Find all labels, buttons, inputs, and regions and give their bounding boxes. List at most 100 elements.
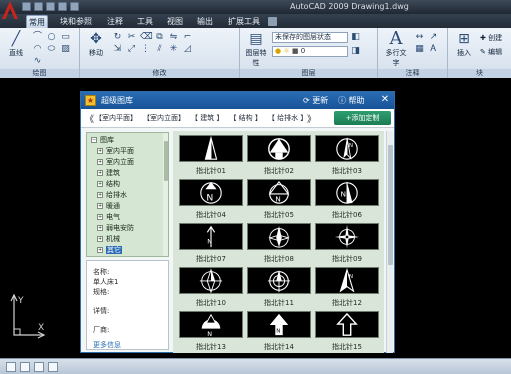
symbol-grid-scrollbar[interactable]: [386, 131, 393, 353]
expand-icon[interactable]: +: [97, 203, 103, 209]
tree-item-interior-plan[interactable]: + 室内平面: [97, 147, 134, 156]
block-create-button[interactable]: ✚ 创建: [480, 33, 502, 43]
qat-open-icon[interactable]: [34, 2, 43, 11]
tab-output[interactable]: 输出: [194, 15, 216, 28]
tree-item-other[interactable]: + 其它: [97, 246, 122, 255]
move-button[interactable]: ✥ 移动: [84, 30, 108, 58]
array-icon[interactable]: ⋮: [140, 44, 151, 54]
table-icon[interactable]: ▦: [414, 44, 425, 54]
refresh-button[interactable]: ⟳ 更新: [303, 95, 328, 106]
qat-new-icon[interactable]: [22, 2, 31, 11]
tab-blocks-references[interactable]: 块和参照: [56, 15, 96, 28]
rotate-icon[interactable]: ↻: [112, 32, 123, 42]
mtext-button[interactable]: A 多行文字: [384, 30, 408, 68]
expand-icon[interactable]: +: [97, 192, 103, 198]
symbol-grid-scrollbar-thumb[interactable]: [388, 145, 393, 265]
tab-express-tools[interactable]: 扩展工具: [224, 15, 264, 28]
expand-icon[interactable]: +: [97, 170, 103, 176]
erase-icon[interactable]: ⌫: [140, 32, 153, 42]
layer-properties-button[interactable]: ▤ 图层特性: [244, 30, 268, 68]
expand-icon[interactable]: +: [97, 214, 103, 220]
expand-icon[interactable]: +: [97, 148, 103, 154]
help-button[interactable]: ⓘ 帮助: [338, 95, 365, 106]
tree-item-interior-elevation[interactable]: + 室内立面: [97, 158, 134, 167]
dialog-title-bar[interactable]: ★ 超级图库 ⟳ 更新 ⓘ 帮助 ✕: [81, 92, 394, 109]
category-item[interactable]: 【室内平面】: [95, 113, 137, 123]
symbol-card[interactable]: 指北针10: [179, 267, 243, 309]
rectangle-icon[interactable]: ▭: [60, 32, 71, 42]
symbol-card[interactable]: N 指北针12: [315, 267, 379, 309]
collapse-icon[interactable]: −: [91, 137, 97, 143]
tab-home[interactable]: 常用: [26, 15, 48, 28]
tree-scrollbar[interactable]: [163, 133, 168, 256]
fillet-icon[interactable]: ⌐: [182, 32, 193, 42]
block-edit-button[interactable]: ✎ 编辑: [480, 47, 502, 57]
tree-item-plumbing[interactable]: + 给排水: [97, 191, 127, 200]
tree-item-low-voltage[interactable]: + 弱电安防: [97, 224, 134, 233]
mirror-icon[interactable]: ⇋: [168, 32, 179, 42]
text-style-icon[interactable]: Ꭺ: [428, 44, 439, 54]
arc-icon[interactable]: ◠: [32, 44, 43, 54]
expand-icon[interactable]: +: [97, 236, 103, 242]
category-prev-button[interactable]: 《: [85, 112, 94, 125]
insert-button[interactable]: ⊞ 插入: [452, 30, 476, 58]
symbol-card[interactable]: N 指北针05: [247, 179, 311, 221]
polyline-icon[interactable]: ⌒: [32, 32, 43, 42]
category-item[interactable]: 【 建筑 】: [191, 113, 223, 123]
layer-state-dropdown[interactable]: 未保存的图层状态: [272, 32, 348, 43]
symbol-card[interactable]: 指北针01: [179, 135, 243, 177]
expand-icon[interactable]: +: [97, 225, 103, 231]
symbol-card[interactable]: N 指北针04: [179, 179, 243, 221]
ellipse-icon[interactable]: ⬭: [46, 44, 57, 54]
more-info-link[interactable]: 更多信息: [93, 340, 121, 350]
tree-scrollbar-thumb[interactable]: [164, 141, 168, 181]
circle-icon[interactable]: ○: [46, 32, 57, 42]
tab-annotate[interactable]: 注释: [104, 15, 126, 28]
category-item[interactable]: 【 结构 】: [229, 113, 261, 123]
tree-item-mechanical[interactable]: + 机械: [97, 235, 120, 244]
symbol-card[interactable]: N 指北针06: [315, 179, 379, 221]
tree-root[interactable]: − 图库: [91, 136, 114, 145]
dimension-icon[interactable]: ↔: [414, 32, 425, 42]
line-button[interactable]: ╱ 直线: [4, 30, 28, 58]
symbol-card[interactable]: 指北针09: [315, 223, 379, 265]
explode-icon[interactable]: ✳: [168, 44, 179, 54]
expand-icon[interactable]: +: [97, 159, 103, 165]
qat-redo-icon[interactable]: [70, 2, 79, 11]
layer-match-icon[interactable]: ◨: [350, 46, 361, 56]
tree-item-architecture[interactable]: + 建筑: [97, 169, 120, 178]
tab-view[interactable]: 视图: [164, 15, 186, 28]
ribbon-minimize-icon[interactable]: [268, 17, 277, 26]
layout-icon[interactable]: [20, 362, 30, 372]
symbol-card[interactable]: N 指北针07: [179, 223, 243, 265]
category-item[interactable]: 【室内立面】: [143, 113, 185, 123]
tree-item-hvac[interactable]: + 暖通: [97, 202, 120, 211]
hatch-icon[interactable]: ▨: [60, 44, 71, 54]
expand-icon[interactable]: +: [97, 247, 103, 253]
qat-save-icon[interactable]: [46, 2, 55, 11]
tree-item-electrical[interactable]: + 电气: [97, 213, 120, 222]
symbol-card[interactable]: N 指北针13: [179, 311, 243, 353]
offset-icon[interactable]: ⫽: [154, 44, 165, 54]
layer-dropdown[interactable]: ● ☼ ■ 0: [272, 46, 348, 57]
category-next-button[interactable]: 》: [307, 112, 316, 125]
quick-view-drawings-icon[interactable]: [48, 362, 58, 372]
qat-undo-icon[interactable]: [58, 2, 67, 11]
quick-view-layouts-icon[interactable]: [34, 362, 44, 372]
symbol-card[interactable]: 指北针02: [247, 135, 311, 177]
symbol-card[interactable]: 指北针11: [247, 267, 311, 309]
scale-icon[interactable]: ⤢: [126, 44, 137, 54]
symbol-card[interactable]: N 指北针03: [315, 135, 379, 177]
spline-icon[interactable]: ∿: [32, 56, 43, 66]
model-space-icon[interactable]: [6, 362, 16, 372]
symbol-card[interactable]: N 指北针14: [247, 311, 311, 353]
close-button[interactable]: ✕: [379, 94, 391, 105]
tree-item-structure[interactable]: + 结构: [97, 180, 120, 189]
leader-icon[interactable]: ↗: [428, 32, 439, 42]
trim-icon[interactable]: ✂: [126, 32, 137, 42]
stretch-icon[interactable]: ⇲: [112, 44, 123, 54]
symbol-card[interactable]: 指北针15: [315, 311, 379, 353]
chamfer-icon[interactable]: ◿: [182, 44, 193, 54]
expand-icon[interactable]: +: [97, 181, 103, 187]
copy-icon[interactable]: ⧉: [154, 32, 165, 42]
